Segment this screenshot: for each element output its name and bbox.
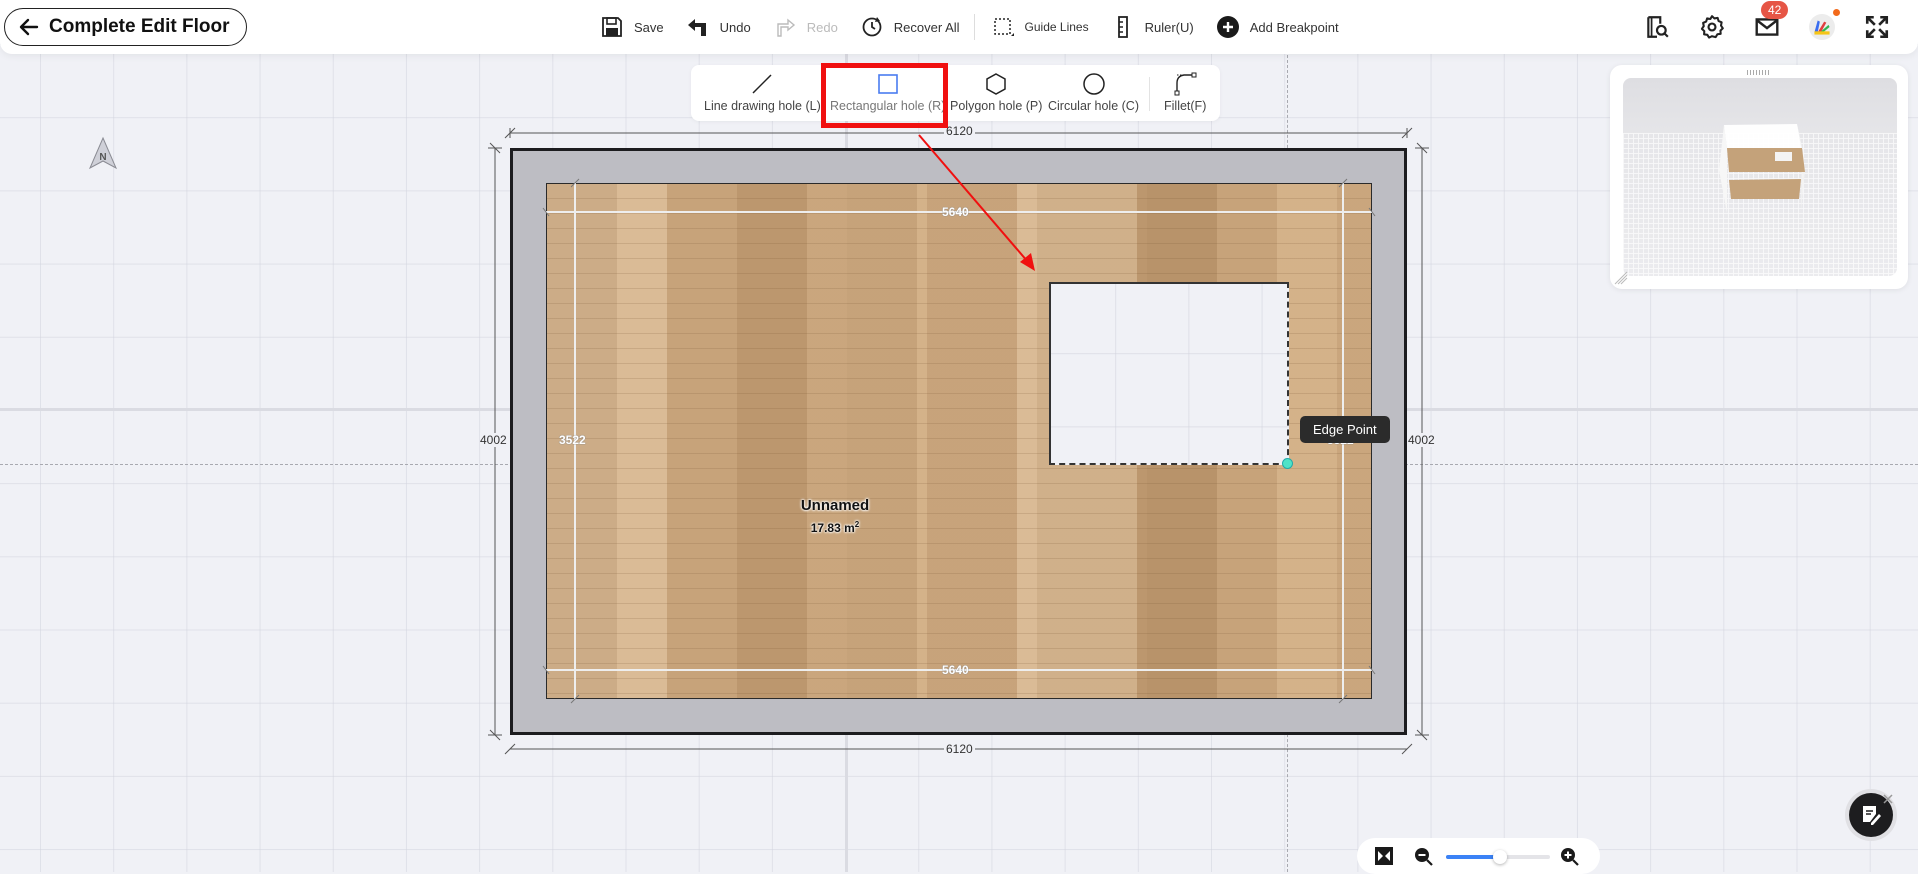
top-toolbar: Complete Edit Floor Save Undo Redo Recov… bbox=[0, 0, 1918, 54]
zoom-out-button[interactable] bbox=[1413, 846, 1433, 866]
header-right-icons: 42 bbox=[1643, 0, 1918, 54]
guide-lines-button[interactable]: Guide Lines bbox=[991, 15, 1089, 39]
resize-handle-icon[interactable] bbox=[1614, 271, 1628, 285]
zoom-controls bbox=[1357, 838, 1600, 874]
settings-button[interactable] bbox=[1698, 13, 1726, 41]
recover-icon bbox=[862, 17, 882, 37]
undo-label: Undo bbox=[719, 19, 751, 35]
dim-inner-bottom: 5640 bbox=[942, 663, 969, 677]
room-area-unit: 2 bbox=[854, 520, 860, 529]
rectangular-hole-label: Rectangular hole (R) bbox=[830, 99, 946, 113]
dim-outer-right: 4002 bbox=[1408, 433, 1435, 447]
undo-button[interactable]: Undo bbox=[686, 15, 751, 39]
dim-inner-left: 3522 bbox=[559, 433, 586, 447]
circular-hole-label: Circular hole (C) bbox=[1048, 99, 1139, 113]
compass-label: N bbox=[99, 152, 106, 163]
app-logo-icon bbox=[1809, 14, 1835, 40]
toolbar-divider bbox=[973, 14, 975, 40]
dim-inner-top: 5640 bbox=[942, 205, 969, 219]
mail-badge: 42 bbox=[1761, 1, 1789, 19]
fillet-icon bbox=[1174, 72, 1197, 96]
catalog-search-button[interactable] bbox=[1643, 13, 1671, 41]
polygon-hole-label: Polygon hole (P) bbox=[950, 99, 1043, 113]
add-breakpoint-button[interactable]: Add Breakpoint bbox=[1216, 15, 1339, 39]
line-drawing-hole-button[interactable]: Line drawing hole (L) bbox=[704, 71, 821, 113]
circle-icon bbox=[1082, 73, 1105, 95]
recover-all-label: Recover All bbox=[893, 19, 960, 35]
catalog-search-icon bbox=[1647, 16, 1669, 38]
ruler-button[interactable]: Ruler(U) bbox=[1111, 15, 1194, 39]
notification-dot bbox=[1833, 9, 1840, 16]
room-name[interactable]: Unnamed bbox=[760, 497, 910, 514]
add-breakpoint-label: Add Breakpoint bbox=[1249, 19, 1339, 35]
redo-label: Redo bbox=[806, 19, 838, 35]
recover-all-button[interactable]: Recover All bbox=[860, 15, 960, 39]
dim-outer-left: 4002 bbox=[480, 433, 507, 447]
undo-icon bbox=[687, 19, 706, 36]
guide-lines-icon bbox=[993, 18, 1014, 36]
app-menu-button[interactable] bbox=[1808, 9, 1840, 41]
ruler-icon bbox=[1117, 16, 1128, 38]
fullscreen-icon bbox=[1865, 15, 1889, 39]
ruler-label: Ruler(U) bbox=[1144, 19, 1194, 35]
polygon-hole-button[interactable]: Polygon hole (P) bbox=[950, 71, 1042, 113]
redo-button[interactable]: Redo bbox=[773, 15, 838, 39]
line-icon bbox=[752, 74, 772, 94]
hexagon-icon bbox=[986, 73, 1006, 95]
arrow-left-icon bbox=[19, 18, 39, 36]
3d-preview-panel[interactable] bbox=[1610, 65, 1908, 289]
zoom-slider-thumb[interactable] bbox=[1493, 850, 1508, 864]
line-drawing-hole-label: Line drawing hole (L) bbox=[704, 99, 821, 113]
preview-room-model bbox=[1719, 124, 1805, 213]
redo-icon bbox=[777, 18, 795, 37]
fullscreen-button[interactable] bbox=[1863, 13, 1891, 41]
back-label: Complete Edit Floor bbox=[49, 16, 230, 37]
room-area: 17.83 m2 bbox=[760, 520, 910, 535]
rectangular-hole-button[interactable]: Rectangular hole (R) bbox=[830, 71, 945, 113]
messages-button[interactable]: 42 bbox=[1753, 1, 1789, 41]
fillet-label: Fillet(F) bbox=[1164, 99, 1207, 113]
drag-handle[interactable] bbox=[1747, 70, 1771, 75]
gear-icon bbox=[1700, 15, 1724, 39]
rectangular-hole[interactable] bbox=[1049, 282, 1289, 465]
edge-point-tooltip: Edge Point bbox=[1300, 416, 1390, 443]
edge-point-handle[interactable] bbox=[1282, 458, 1293, 469]
complete-edit-floor-button[interactable]: Complete Edit Floor bbox=[4, 8, 247, 46]
close-feedback-icon[interactable] bbox=[1882, 793, 1894, 805]
zoom-slider-fill bbox=[1446, 855, 1501, 859]
hole-toolbar: Line drawing hole (L) Rectangular hole (… bbox=[691, 65, 1220, 121]
save-button[interactable]: Save bbox=[600, 15, 664, 39]
rectangle-icon bbox=[877, 74, 898, 94]
guide-lines-label: Guide Lines bbox=[1024, 20, 1089, 34]
fillet-button[interactable]: Fillet(F) bbox=[1164, 71, 1206, 113]
save-icon bbox=[602, 17, 622, 37]
zoom-in-button[interactable] bbox=[1559, 846, 1579, 866]
dim-outer-bottom: 6120 bbox=[944, 742, 975, 756]
hole-toolbar-divider bbox=[1149, 77, 1150, 111]
fit-to-screen-button[interactable] bbox=[1374, 846, 1394, 866]
plus-circle-icon bbox=[1216, 16, 1239, 38]
edit-tools: Save Undo Redo Recover All Guide Lines R… bbox=[600, 0, 1361, 54]
circular-hole-button[interactable]: Circular hole (C) bbox=[1048, 71, 1139, 113]
save-label: Save bbox=[634, 19, 664, 35]
note-edit-icon bbox=[1863, 806, 1881, 825]
room-area-value: 17.83 m bbox=[810, 521, 855, 535]
3d-preview-viewport[interactable] bbox=[1623, 78, 1897, 276]
north-compass-icon: N bbox=[88, 136, 118, 170]
zoom-slider[interactable] bbox=[1446, 850, 1550, 864]
dim-outer-top: 6120 bbox=[944, 124, 975, 138]
